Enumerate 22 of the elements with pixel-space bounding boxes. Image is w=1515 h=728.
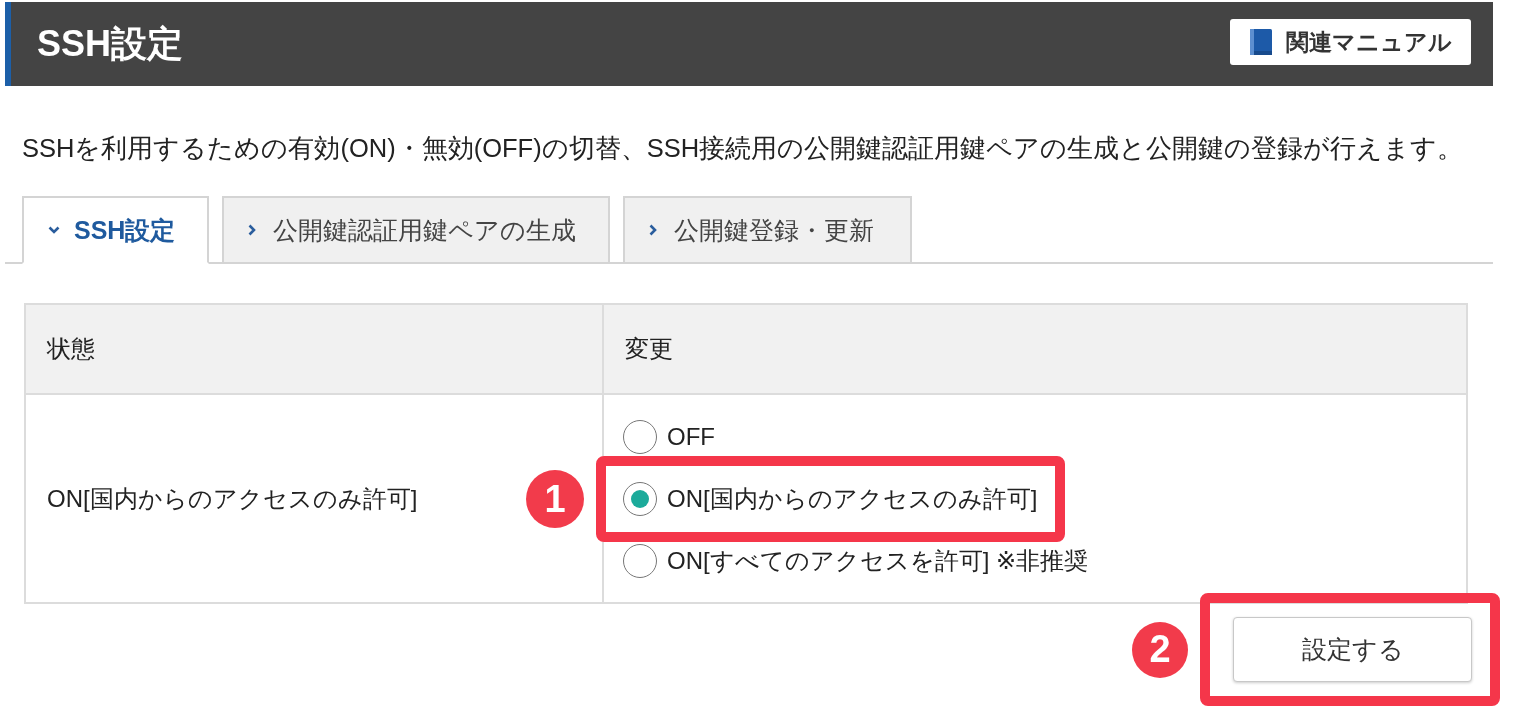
option-label[interactable]: OFF <box>667 423 715 451</box>
option-label[interactable]: ON[すべてのアクセスを許可] ※非推奨 <box>667 545 1089 577</box>
tab[interactable]: 公開鍵登録・更新 <box>623 196 912 264</box>
callout-badge: 2 <box>1132 621 1188 678</box>
radio-button[interactable] <box>623 420 657 454</box>
manual-button[interactable]: 関連マニュアル <box>1230 19 1471 65</box>
tab[interactable]: SSH設定 <box>22 196 209 264</box>
radio-button[interactable] <box>623 544 657 578</box>
submit-button[interactable]: 設定する <box>1233 617 1472 682</box>
chevron-down-icon <box>48 226 60 234</box>
book-icon <box>1249 29 1272 55</box>
chevron-right-icon <box>649 224 657 236</box>
page-title: SSH設定 <box>37 21 184 66</box>
status-text: ON[国内からのアクセスのみ許可] <box>47 484 418 512</box>
description-text: SSHを利用するための有効(ON)・無効(OFF)の切替、SSH接続用の公開鍵認証用鍵ペアの生成と公開鍵の登録が行えます。 <box>22 133 1465 164</box>
callout-badge: 1 <box>526 470 584 528</box>
column-header: 状態 <box>25 304 603 394</box>
chevron-right-icon <box>248 224 256 236</box>
radio-button[interactable] <box>623 482 657 516</box>
tab[interactable]: 公開鍵認証用鍵ペアの生成 <box>222 196 610 264</box>
column-header: 変更 <box>603 304 1467 394</box>
option-label[interactable]: ON[国内からのアクセスのみ許可] <box>667 483 1038 515</box>
